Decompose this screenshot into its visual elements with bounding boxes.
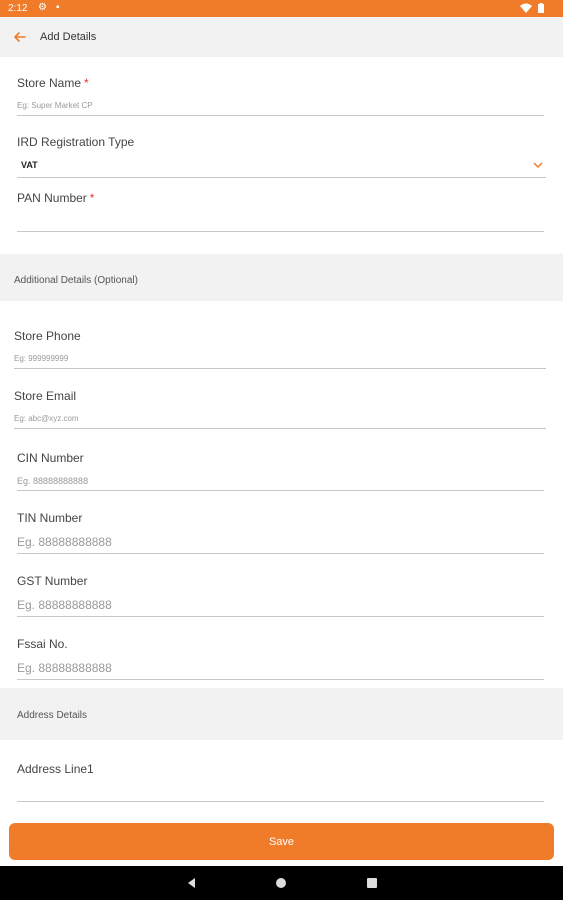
additional-details-section: Additional Details (Optional) — [0, 254, 563, 301]
required-marker: * — [84, 76, 89, 90]
status-bar: 2:12 ⚙ ▪ — [0, 0, 563, 17]
store-email-field: Store Email — [14, 389, 546, 429]
tin-number-input[interactable] — [17, 531, 544, 554]
gst-number-field: GST Number — [17, 574, 544, 617]
store-email-input[interactable] — [14, 409, 546, 429]
home-icon[interactable] — [273, 875, 289, 891]
ird-type-field: IRD Registration Type VAT — [17, 135, 546, 178]
fssai-number-input[interactable] — [17, 657, 544, 680]
required-marker: * — [89, 191, 95, 205]
gear-icon: ⚙ — [38, 2, 47, 13]
address-line1-field: Address Line1 — [17, 762, 544, 802]
system-nav-bar — [0, 866, 563, 900]
arrow-left-icon[interactable] — [10, 27, 30, 47]
store-name-label: Store Name * — [17, 76, 89, 90]
store-phone-field: Store Phone — [14, 329, 546, 369]
sim-icon: ▪ — [56, 2, 60, 13]
pan-number-input[interactable] — [17, 211, 544, 232]
tin-number-field: TIN Number — [17, 511, 544, 554]
tin-number-label: TIN Number — [17, 511, 83, 525]
ird-type-label: IRD Registration Type — [17, 135, 135, 149]
chevron-down-icon — [533, 162, 543, 169]
store-email-label: Store Email — [14, 389, 77, 403]
gst-number-input[interactable] — [17, 594, 544, 617]
fssai-number-field: Fssai No. — [17, 637, 544, 680]
section-title: Address Details — [17, 710, 88, 721]
store-name-input[interactable] — [17, 96, 544, 116]
cin-number-label: CIN Number — [17, 451, 84, 465]
page-title: Add Details — [40, 31, 97, 43]
address-line1-input[interactable] — [17, 780, 544, 802]
section-title: Additional Details (Optional) — [14, 275, 138, 286]
gst-number-label: GST Number — [17, 574, 88, 588]
recents-icon[interactable] — [364, 875, 380, 891]
pan-number-label: PAN Number * — [17, 191, 95, 205]
ird-type-select[interactable]: VAT — [17, 153, 546, 178]
store-phone-label: Store Phone — [14, 329, 81, 343]
address-line1-label: Address Line1 — [17, 762, 94, 776]
ird-type-value: VAT — [21, 160, 38, 170]
battery-icon — [538, 3, 544, 13]
pan-number-field: PAN Number * — [17, 191, 544, 233]
address-details-section: Address Details — [0, 688, 563, 740]
cin-number-input[interactable] — [17, 471, 544, 491]
store-phone-input[interactable] — [14, 349, 546, 369]
save-button[interactable]: Save — [9, 823, 554, 860]
save-bar: Save — [0, 816, 563, 866]
wifi-icon — [520, 3, 532, 13]
cin-number-field: CIN Number — [17, 451, 544, 491]
store-name-field: Store Name * — [17, 76, 544, 116]
fssai-number-label: Fssai No. — [17, 637, 68, 651]
status-time: 2:12 — [8, 3, 28, 14]
back-icon[interactable] — [184, 875, 200, 891]
app-bar: Add Details — [0, 17, 563, 57]
